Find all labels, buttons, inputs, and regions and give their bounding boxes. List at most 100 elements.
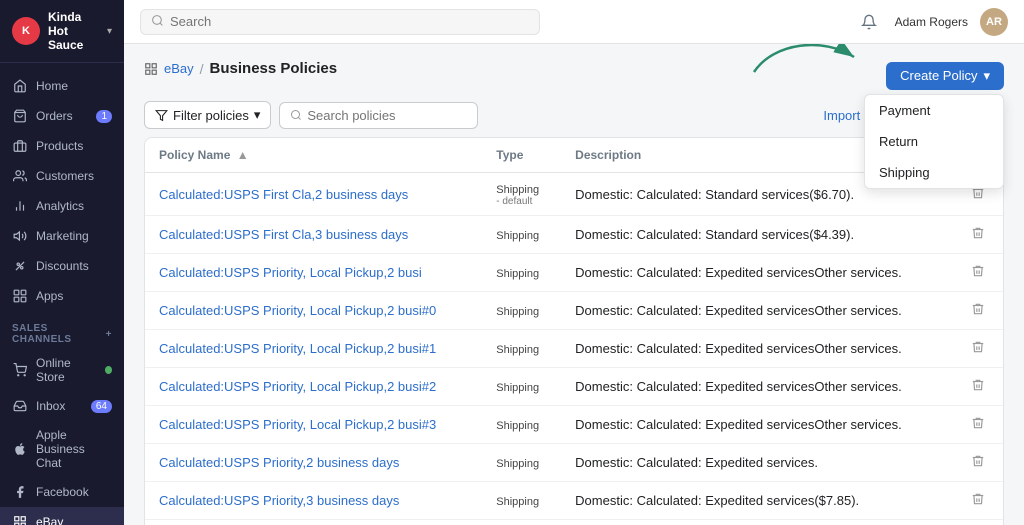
sidebar-nav: Home Orders 1 Products Customers — [0, 63, 124, 525]
sidebar-item-orders[interactable]: Orders 1 — [0, 101, 124, 131]
main-content: eBay / Business Policies Create Policy ▾ — [124, 44, 1024, 525]
dropdown-item-payment[interactable]: Payment — [865, 95, 1003, 126]
sidebar-item-apps-label: Apps — [36, 289, 63, 303]
trash-icon — [971, 378, 985, 392]
policy-actions — [953, 482, 1003, 520]
policy-name-link[interactable]: Calculated:USPS First Cla,2 business day… — [159, 187, 408, 202]
sidebar-item-analytics-label: Analytics — [36, 199, 84, 213]
breadcrumb-separator: / — [200, 61, 204, 77]
apple-icon — [12, 441, 28, 457]
products-icon — [12, 138, 28, 154]
search-policies-input[interactable] — [307, 108, 467, 123]
sidebar-item-home[interactable]: Home — [0, 71, 124, 101]
customers-icon — [12, 168, 28, 184]
inbox-badge: 64 — [91, 400, 112, 413]
policy-name-link[interactable]: Calculated:USPS Priority, Local Pickup,2… — [159, 303, 436, 318]
ebay-icon-breadcrumb — [144, 62, 158, 76]
user-name[interactable]: Adam Rogers — [895, 15, 968, 29]
avatar-initials: AR — [986, 16, 1002, 28]
policy-name-link[interactable]: Calculated:USPS Priority, Local Pickup,2… — [159, 265, 422, 280]
search-policies-bar[interactable] — [279, 102, 478, 129]
breadcrumb: eBay / Business Policies — [144, 60, 337, 77]
brand-logo: K — [12, 17, 40, 45]
trash-icon — [971, 264, 985, 278]
policy-type: Shipping — [482, 406, 561, 444]
table-row: Flat:USPS Parcel Se($14.17),2 business d… — [145, 520, 1003, 525]
sidebar-item-discounts-label: Discounts — [36, 259, 89, 273]
arrow-annotation — [744, 44, 864, 82]
delete-policy-button[interactable] — [967, 224, 989, 245]
filter-icon — [155, 109, 168, 122]
sidebar-item-facebook[interactable]: Facebook — [0, 477, 124, 507]
col-policy-name[interactable]: Policy Name ▲ — [145, 138, 482, 173]
policy-description: Domestic: Calculated: Standard services(… — [561, 216, 953, 254]
trash-icon — [971, 226, 985, 240]
delete-policy-button[interactable] — [967, 300, 989, 321]
filter-arrow: ▾ — [254, 107, 261, 123]
search-policies-icon — [290, 109, 302, 121]
trash-icon — [971, 492, 985, 506]
sidebar-item-analytics[interactable]: Analytics — [0, 191, 124, 221]
delete-policy-button[interactable] — [967, 376, 989, 397]
orders-badge: 1 — [96, 110, 112, 123]
create-policy-button[interactable]: Create Policy ▾ — [886, 62, 1004, 90]
policy-name-link[interactable]: Calculated:USPS Priority,3 business days — [159, 493, 399, 508]
delete-policy-button[interactable] — [967, 490, 989, 511]
sidebar-item-discounts[interactable]: Discounts — [0, 251, 124, 281]
brand-name: Kinda Hot Sauce — [48, 10, 99, 52]
orders-icon — [12, 108, 28, 124]
delete-policy-button[interactable] — [967, 414, 989, 435]
sidebar-item-online-store[interactable]: Online Store — [0, 349, 124, 391]
delete-policy-button[interactable] — [967, 262, 989, 283]
search-input[interactable] — [170, 14, 529, 29]
policy-actions — [953, 368, 1003, 406]
policy-name-link[interactable]: Calculated:USPS Priority, Local Pickup,2… — [159, 417, 436, 432]
sidebar-item-customers-label: Customers — [36, 169, 94, 183]
policy-actions — [953, 292, 1003, 330]
policy-description: Domestic: Calculated: Expedited services… — [561, 254, 953, 292]
policy-name-link[interactable]: Calculated:USPS Priority,2 business days — [159, 455, 399, 470]
sidebar-item-marketing-label: Marketing — [36, 229, 89, 243]
dropdown-item-return[interactable]: Return — [865, 126, 1003, 157]
delete-policy-button[interactable] — [967, 452, 989, 473]
online-store-status-dot — [105, 366, 112, 374]
marketing-icon — [12, 228, 28, 244]
sidebar-item-apple-label: Apple Business Chat — [36, 428, 112, 470]
search-bar[interactable] — [140, 9, 540, 35]
policy-name-link[interactable]: Calculated:USPS Priority, Local Pickup,2… — [159, 379, 436, 394]
table-row: Calculated:USPS Priority, Local Pickup,2… — [145, 254, 1003, 292]
table-row: Calculated:USPS Priority, Local Pickup,2… — [145, 406, 1003, 444]
brand-selector[interactable]: K Kinda Hot Sauce ▾ — [0, 0, 124, 63]
sidebar: K Kinda Hot Sauce ▾ Home Orders 1 Produc… — [0, 0, 124, 525]
notification-icon[interactable] — [855, 8, 883, 36]
policy-name-link[interactable]: Calculated:USPS First Cla,3 business day… — [159, 227, 408, 242]
table-row: Calculated:USPS Priority,2 business days… — [145, 444, 1003, 482]
sidebar-item-orders-label: Orders — [36, 109, 73, 123]
sidebar-item-apple-business[interactable]: Apple Business Chat — [0, 421, 124, 477]
table-row: Calculated:USPS Priority, Local Pickup,2… — [145, 330, 1003, 368]
user-avatar[interactable]: AR — [980, 8, 1008, 36]
policy-actions — [953, 520, 1003, 525]
add-channel-button[interactable]: + — [106, 329, 112, 340]
dropdown-item-shipping[interactable]: Shipping — [865, 157, 1003, 188]
policy-type: Shipping — [482, 254, 561, 292]
create-policy-dropdown: Payment Return Shipping — [864, 94, 1004, 189]
policy-type: Shipping — [482, 292, 561, 330]
policy-description: Domestic: Calculated: Expedited services… — [561, 444, 953, 482]
sidebar-item-customers[interactable]: Customers — [0, 161, 124, 191]
sidebar-item-inbox-label: Inbox — [36, 399, 65, 413]
sidebar-item-ebay[interactable]: eBay — [0, 507, 124, 525]
sidebar-item-products[interactable]: Products — [0, 131, 124, 161]
policy-type: Shipping — [482, 368, 561, 406]
filter-policies-button[interactable]: Filter policies ▾ — [144, 101, 271, 129]
page-title: Business Policies — [210, 60, 338, 77]
sidebar-item-apps[interactable]: Apps — [0, 281, 124, 311]
sidebar-item-online-store-label: Online Store — [36, 356, 97, 384]
breadcrumb-ebay-link[interactable]: eBay — [164, 61, 194, 76]
topbar-right: Adam Rogers AR — [855, 8, 1008, 36]
sidebar-item-marketing[interactable]: Marketing — [0, 221, 124, 251]
policy-name-link[interactable]: Calculated:USPS Priority, Local Pickup,2… — [159, 341, 436, 356]
sidebar-item-inbox[interactable]: Inbox 64 — [0, 391, 124, 421]
delete-policy-button[interactable] — [967, 338, 989, 359]
policy-description: Domestic: Calculated: Expedited services… — [561, 330, 953, 368]
